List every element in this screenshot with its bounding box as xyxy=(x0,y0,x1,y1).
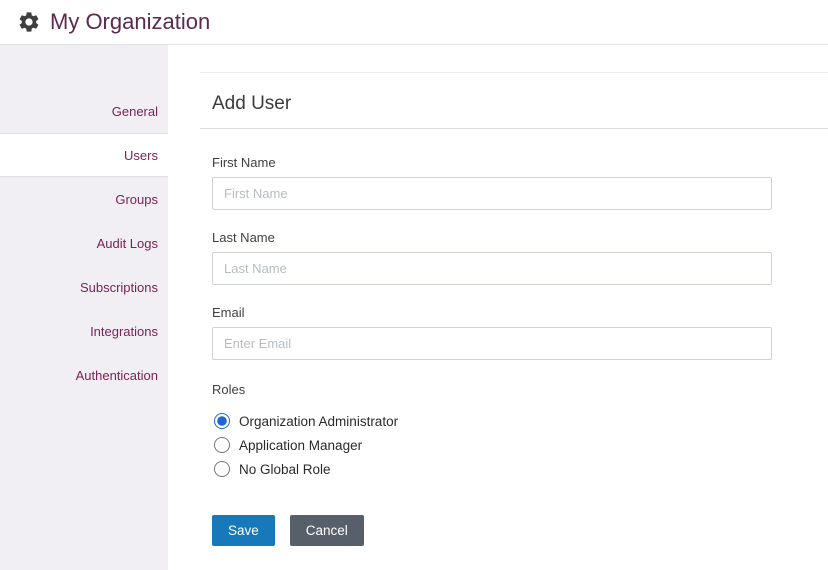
cancel-button[interactable]: Cancel xyxy=(290,515,364,546)
role-option-application-manager[interactable]: Application Manager xyxy=(212,437,772,453)
role-option-label: Organization Administrator xyxy=(239,414,398,429)
roles-radio-group: Organization Administrator Application M… xyxy=(212,413,772,477)
role-option-label: Application Manager xyxy=(239,438,362,453)
roles-label: Roles xyxy=(212,382,772,397)
add-user-form: First Name Last Name Email Roles Organiz… xyxy=(200,129,828,546)
sidebar-item-audit-logs[interactable]: Audit Logs xyxy=(0,221,168,265)
sidebar-item-authentication[interactable]: Authentication xyxy=(0,353,168,397)
sidebar: General Users Groups Audit Logs Subscrip… xyxy=(0,45,168,570)
first-name-input[interactable] xyxy=(212,177,772,210)
page-title: Add User xyxy=(200,93,828,129)
sidebar-item-general[interactable]: General xyxy=(0,89,168,133)
add-user-panel: Add User First Name Last Name Email Role… xyxy=(200,72,828,546)
last-name-label: Last Name xyxy=(212,230,772,245)
role-option-label: No Global Role xyxy=(239,462,331,477)
role-radio-application-manager[interactable] xyxy=(214,437,230,453)
sidebar-item-label: Audit Logs xyxy=(97,236,158,251)
sidebar-item-groups[interactable]: Groups xyxy=(0,177,168,221)
app-title: My Organization xyxy=(50,9,210,35)
role-option-no-global-role[interactable]: No Global Role xyxy=(212,461,772,477)
email-input[interactable] xyxy=(212,327,772,360)
app-header: My Organization xyxy=(0,0,828,45)
sidebar-item-users[interactable]: Users xyxy=(0,133,168,177)
main-content: Add User First Name Last Name Email Role… xyxy=(168,45,828,570)
first-name-label: First Name xyxy=(212,155,772,170)
sidebar-item-label: Subscriptions xyxy=(80,280,158,295)
sidebar-item-label: Authentication xyxy=(76,368,158,383)
sidebar-item-label: Groups xyxy=(115,192,158,207)
email-label: Email xyxy=(212,305,772,320)
sidebar-item-label: Integrations xyxy=(90,324,158,339)
sidebar-item-label: Users xyxy=(124,148,158,163)
role-radio-organization-administrator[interactable] xyxy=(214,413,230,429)
last-name-input[interactable] xyxy=(212,252,772,285)
gear-icon xyxy=(17,10,41,34)
role-option-organization-administrator[interactable]: Organization Administrator xyxy=(212,413,772,429)
sidebar-item-label: General xyxy=(112,104,158,119)
save-button[interactable]: Save xyxy=(212,515,275,546)
sidebar-item-integrations[interactable]: Integrations xyxy=(0,309,168,353)
sidebar-item-subscriptions[interactable]: Subscriptions xyxy=(0,265,168,309)
app-body: General Users Groups Audit Logs Subscrip… xyxy=(0,45,828,570)
button-row: Save Cancel xyxy=(212,515,772,546)
role-radio-no-global-role[interactable] xyxy=(214,461,230,477)
